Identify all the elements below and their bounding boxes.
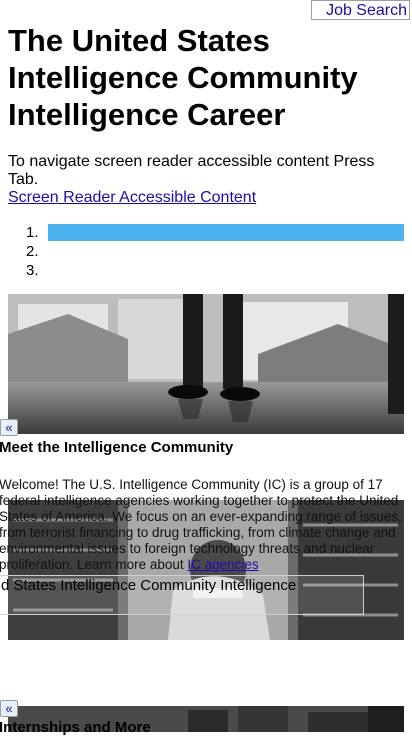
carousel-indicator-2[interactable]: 2.: [8, 242, 404, 261]
ic-agencies-link[interactable]: IC agencies: [187, 557, 258, 572]
carousel-prev-button[interactable]: «: [0, 419, 18, 436]
indicator-number: 2.: [26, 243, 39, 260]
carousel-indicator-1[interactable]: 1.: [8, 223, 404, 242]
indicator-bar[interactable]: [48, 262, 404, 279]
indicator-number: 3.: [26, 262, 39, 279]
section-heading-internships: Internships and More: [0, 719, 151, 736]
carousel-prev-button-2[interactable]: «: [0, 700, 18, 717]
screen-reader-instruction: To navigate screen reader accessible con…: [8, 153, 375, 188]
welcome-paragraph: Welcome! The U.S. Intelligence Community…: [0, 477, 411, 573]
indicator-bar[interactable]: [48, 243, 404, 260]
page-title: The United States Intelligence Community…: [8, 23, 358, 132]
hero-image-people-standing: [8, 294, 404, 434]
section-heading-meet-ic: Meet the Intelligence Community: [0, 439, 234, 456]
indicator-number: 1.: [26, 224, 39, 241]
active-indicator-bar[interactable]: [48, 224, 404, 241]
image-caption-box: d States Intelligence Community Intellig…: [0, 575, 364, 615]
carousel-indicators: 1. 2. 3.: [8, 223, 404, 280]
image-caption: d States Intelligence Community Intellig…: [1, 577, 297, 594]
carousel-indicator-3[interactable]: 3.: [8, 261, 404, 280]
screen-reader-content-link[interactable]: Screen Reader Accessible Content: [8, 189, 256, 207]
job-search-link[interactable]: Job Search: [311, 0, 410, 20]
